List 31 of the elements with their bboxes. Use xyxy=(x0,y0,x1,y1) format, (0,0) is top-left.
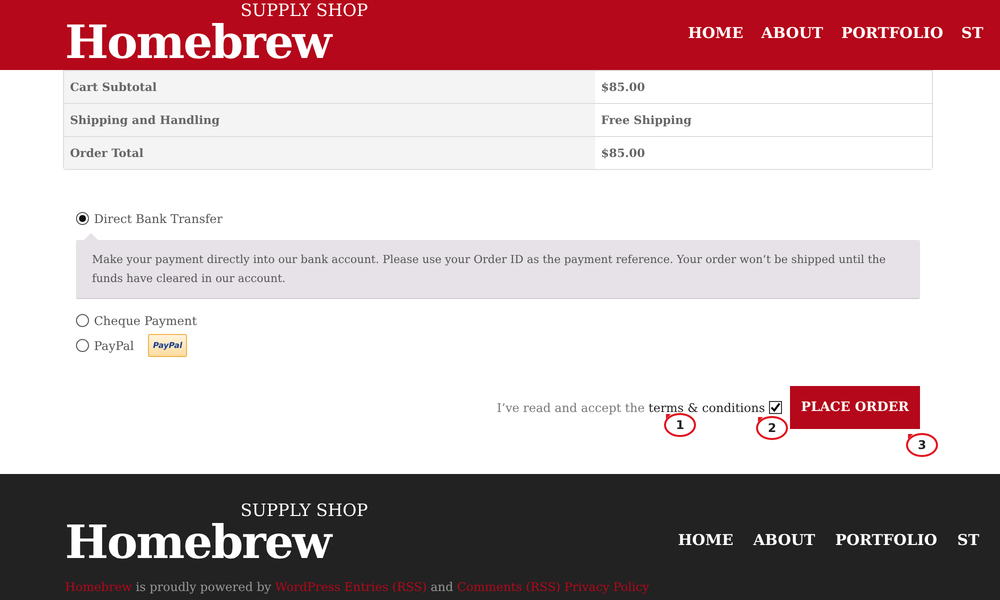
payment-label[interactable]: Direct Bank Transfer xyxy=(94,212,223,226)
site-logo[interactable]: Homebrew xyxy=(65,20,330,64)
terms-link[interactable]: terms & conditions xyxy=(648,400,765,414)
footer-credits: Homebrew is proudly powered by WordPress Entries (RSS) and Comments (RSS) Privacy Policy xyxy=(65,580,650,594)
payment-label[interactable]: PayPal xyxy=(94,338,134,352)
terms-text: I’ve read and accept the terms & conditions xyxy=(496,400,765,414)
nav-link[interactable]: ABOUT xyxy=(753,531,816,549)
radio-button[interactable] xyxy=(76,339,89,352)
radio-button[interactable] xyxy=(76,314,89,327)
nav-link[interactable]: ST xyxy=(957,531,980,549)
nav-link[interactable]: HOME xyxy=(688,24,744,42)
totals-label: Shipping and Handling xyxy=(64,104,595,136)
place-order-button[interactable]: PLACE ORDER xyxy=(790,386,920,429)
nav-link[interactable]: PORTFOLIO xyxy=(841,24,944,42)
radio-button[interactable] xyxy=(76,212,89,225)
payment-description: Make your payment directly into our bank account. Please use your Order ID as the payment reference. Your order won’t be shipped until the funds have cleared in our account. xyxy=(76,233,920,299)
payment-label[interactable]: Cheque Payment xyxy=(94,314,197,328)
totals-label: Cart Subtotal xyxy=(64,71,595,103)
nav-link[interactable]: PORTFOLIO xyxy=(835,531,938,549)
callout-marker: 2 xyxy=(756,416,788,440)
nav-link[interactable]: HOME xyxy=(678,531,734,549)
site-tagline: SUPPLY SHOP xyxy=(240,2,368,20)
totals-label: Order Total xyxy=(64,137,595,169)
nav-link[interactable]: ABOUT xyxy=(761,24,824,42)
paypal-badge: PayPal xyxy=(148,334,188,357)
callout-marker: 3 xyxy=(906,433,938,457)
site-logo[interactable]: Homebrew xyxy=(65,520,330,564)
callout-marker: 1 xyxy=(664,413,696,437)
nav-link[interactable]: ST xyxy=(961,24,984,42)
site-tagline: SUPPLY SHOP xyxy=(240,502,368,520)
terms-checkbox[interactable] xyxy=(769,401,782,414)
